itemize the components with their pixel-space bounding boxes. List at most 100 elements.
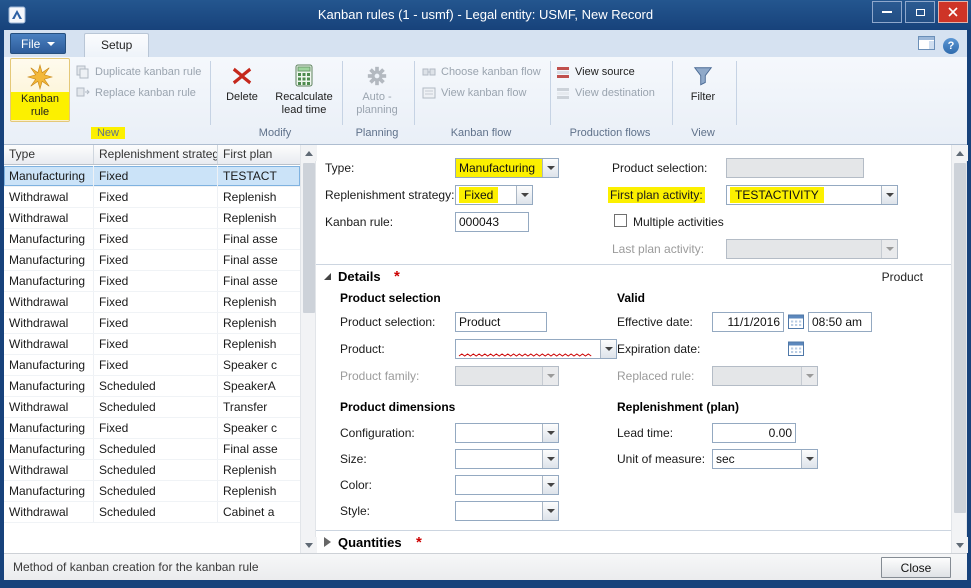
table-row[interactable]: ManufacturingScheduledSpeakerA (4, 376, 300, 397)
table-row[interactable]: WithdrawalFixedReplenish (4, 334, 300, 355)
close-window-button[interactable] (938, 1, 968, 23)
table-cell: Withdrawal (4, 313, 94, 333)
chevron-down-icon[interactable] (600, 340, 616, 358)
kanban-rule-input[interactable] (455, 212, 529, 232)
size-label: Size: (340, 452, 367, 466)
table-cell: Final asse (218, 271, 300, 291)
kanban-rule-button[interactable]: Kanban rule (10, 58, 70, 122)
table-cell: Withdrawal (4, 502, 94, 522)
table-row[interactable]: ManufacturingScheduledReplenish (4, 481, 300, 502)
type-label: Type: (325, 161, 354, 175)
table-row[interactable]: ManufacturingFixedSpeaker c (4, 418, 300, 439)
table-row[interactable]: WithdrawalFixedReplenish (4, 292, 300, 313)
calendar-icon[interactable] (788, 341, 804, 356)
scroll-up-icon[interactable] (301, 145, 317, 161)
chevron-down-icon[interactable] (542, 159, 558, 177)
column-header-replenishment-strategy[interactable]: Replenishment strategy (94, 145, 218, 164)
choose-kanban-flow-button[interactable]: Choose kanban flow (422, 63, 541, 81)
chevron-down-icon[interactable] (542, 502, 558, 520)
table-row[interactable]: ManufacturingFixedFinal asse (4, 250, 300, 271)
lead-time-input[interactable] (712, 423, 796, 443)
configuration-label: Configuration: (340, 426, 415, 440)
chevron-down-icon[interactable] (801, 450, 817, 468)
replenishment-strategy-combobox[interactable]: Fixed (455, 185, 533, 205)
flow-view-icon (422, 86, 436, 100)
multiple-activities-checkbox[interactable] (614, 214, 627, 227)
table-cell: TESTACT (218, 166, 300, 186)
table-row[interactable]: ManufacturingFixedFinal asse (4, 229, 300, 250)
filter-funnel-icon (692, 61, 714, 91)
form-scrollbar[interactable] (951, 145, 967, 553)
duplicate-kanban-rule-button[interactable]: Duplicate kanban rule (76, 63, 201, 81)
tab-setup[interactable]: Setup (84, 33, 149, 57)
details-section-header[interactable]: Details * Product (316, 268, 951, 286)
auto-planning-button[interactable]: Auto - planning (346, 58, 408, 122)
table-row[interactable]: ManufacturingFixedSpeaker c (4, 355, 300, 376)
quantities-section-header[interactable]: Quantities * (316, 534, 951, 552)
chevron-down-icon[interactable] (516, 186, 532, 204)
maximize-button[interactable] (905, 1, 935, 23)
grid-scrollbar[interactable] (300, 145, 316, 553)
table-row[interactable]: WithdrawalScheduledTransfer (4, 397, 300, 418)
table-row[interactable]: WithdrawalFixedReplenish (4, 313, 300, 334)
delete-button[interactable]: Delete (216, 58, 268, 122)
minimize-button[interactable] (872, 1, 902, 23)
table-row[interactable]: ManufacturingFixedFinal asse (4, 271, 300, 292)
status-message: Method of kanban creation for the kanban… (13, 560, 259, 574)
effective-date-input[interactable] (712, 312, 784, 332)
table-cell: Cabinet a (218, 502, 300, 522)
table-row[interactable]: ManufacturingFixedTESTACT (4, 166, 300, 187)
style-combobox[interactable] (455, 501, 559, 521)
table-cell: Fixed (94, 313, 218, 333)
table-cell: Fixed (94, 166, 218, 186)
table-cell: SpeakerA (218, 376, 300, 396)
replaced-rule-combobox (712, 366, 818, 386)
close-button[interactable]: Close (881, 557, 951, 578)
column-header-type[interactable]: Type (4, 145, 94, 164)
calendar-icon[interactable] (788, 314, 804, 329)
type-value: Manufacturing (459, 161, 535, 175)
chevron-down-icon[interactable] (542, 424, 558, 442)
product-selection-top-field (726, 158, 864, 178)
form-scrollbar-thumb[interactable] (954, 163, 966, 513)
type-combobox[interactable]: Manufacturing (455, 158, 559, 178)
table-cell: Manufacturing (4, 271, 94, 291)
table-row[interactable]: WithdrawalScheduledCabinet a (4, 502, 300, 523)
recalculate-lead-time-button[interactable]: Recalculate lead time (270, 58, 338, 122)
replace-kanban-rule-button[interactable]: Replace kanban rule (76, 84, 196, 102)
table-row[interactable]: ManufacturingScheduledFinal asse (4, 439, 300, 460)
chevron-down-icon[interactable] (881, 186, 897, 204)
table-cell: Replenish (218, 334, 300, 354)
table-row[interactable]: WithdrawalFixedReplenish (4, 208, 300, 229)
view-destination-button[interactable]: View destination (556, 84, 655, 102)
chevron-down-icon[interactable] (542, 476, 558, 494)
view-kanban-flow-button[interactable]: View kanban flow (422, 84, 526, 102)
table-row[interactable]: WithdrawalFixedReplenish (4, 187, 300, 208)
scroll-down-icon[interactable] (952, 537, 968, 553)
unit-of-measure-combobox[interactable]: sec (712, 449, 818, 469)
effective-time-input[interactable] (808, 312, 872, 332)
group-separator (342, 61, 343, 125)
lead-time-label: Lead time: (617, 426, 673, 440)
scroll-down-icon[interactable] (301, 537, 317, 553)
chevron-down-icon[interactable] (542, 450, 558, 468)
color-combobox[interactable] (455, 475, 559, 495)
table-row[interactable]: WithdrawalScheduledReplenish (4, 460, 300, 481)
chevron-down-icon (47, 42, 55, 46)
scroll-up-icon[interactable] (952, 145, 968, 161)
view-source-button[interactable]: View source (556, 63, 635, 81)
filter-button[interactable]: Filter (678, 58, 728, 122)
product-combobox[interactable] (455, 339, 617, 359)
layout-icon[interactable] (918, 36, 935, 55)
configuration-combobox[interactable] (455, 423, 559, 443)
view-destination-icon (556, 86, 570, 100)
file-menu-button[interactable]: File (10, 33, 66, 54)
size-combobox[interactable] (455, 449, 559, 469)
first-plan-activity-combobox[interactable]: TESTACTIVITY (726, 185, 898, 205)
help-icon[interactable]: ? (943, 38, 959, 54)
grid-scrollbar-thumb[interactable] (303, 163, 315, 313)
product-selection-input[interactable] (455, 312, 547, 332)
table-cell: Manufacturing (4, 439, 94, 459)
table-cell: Fixed (94, 292, 218, 312)
column-header-first-plan[interactable]: First plan (218, 145, 300, 164)
